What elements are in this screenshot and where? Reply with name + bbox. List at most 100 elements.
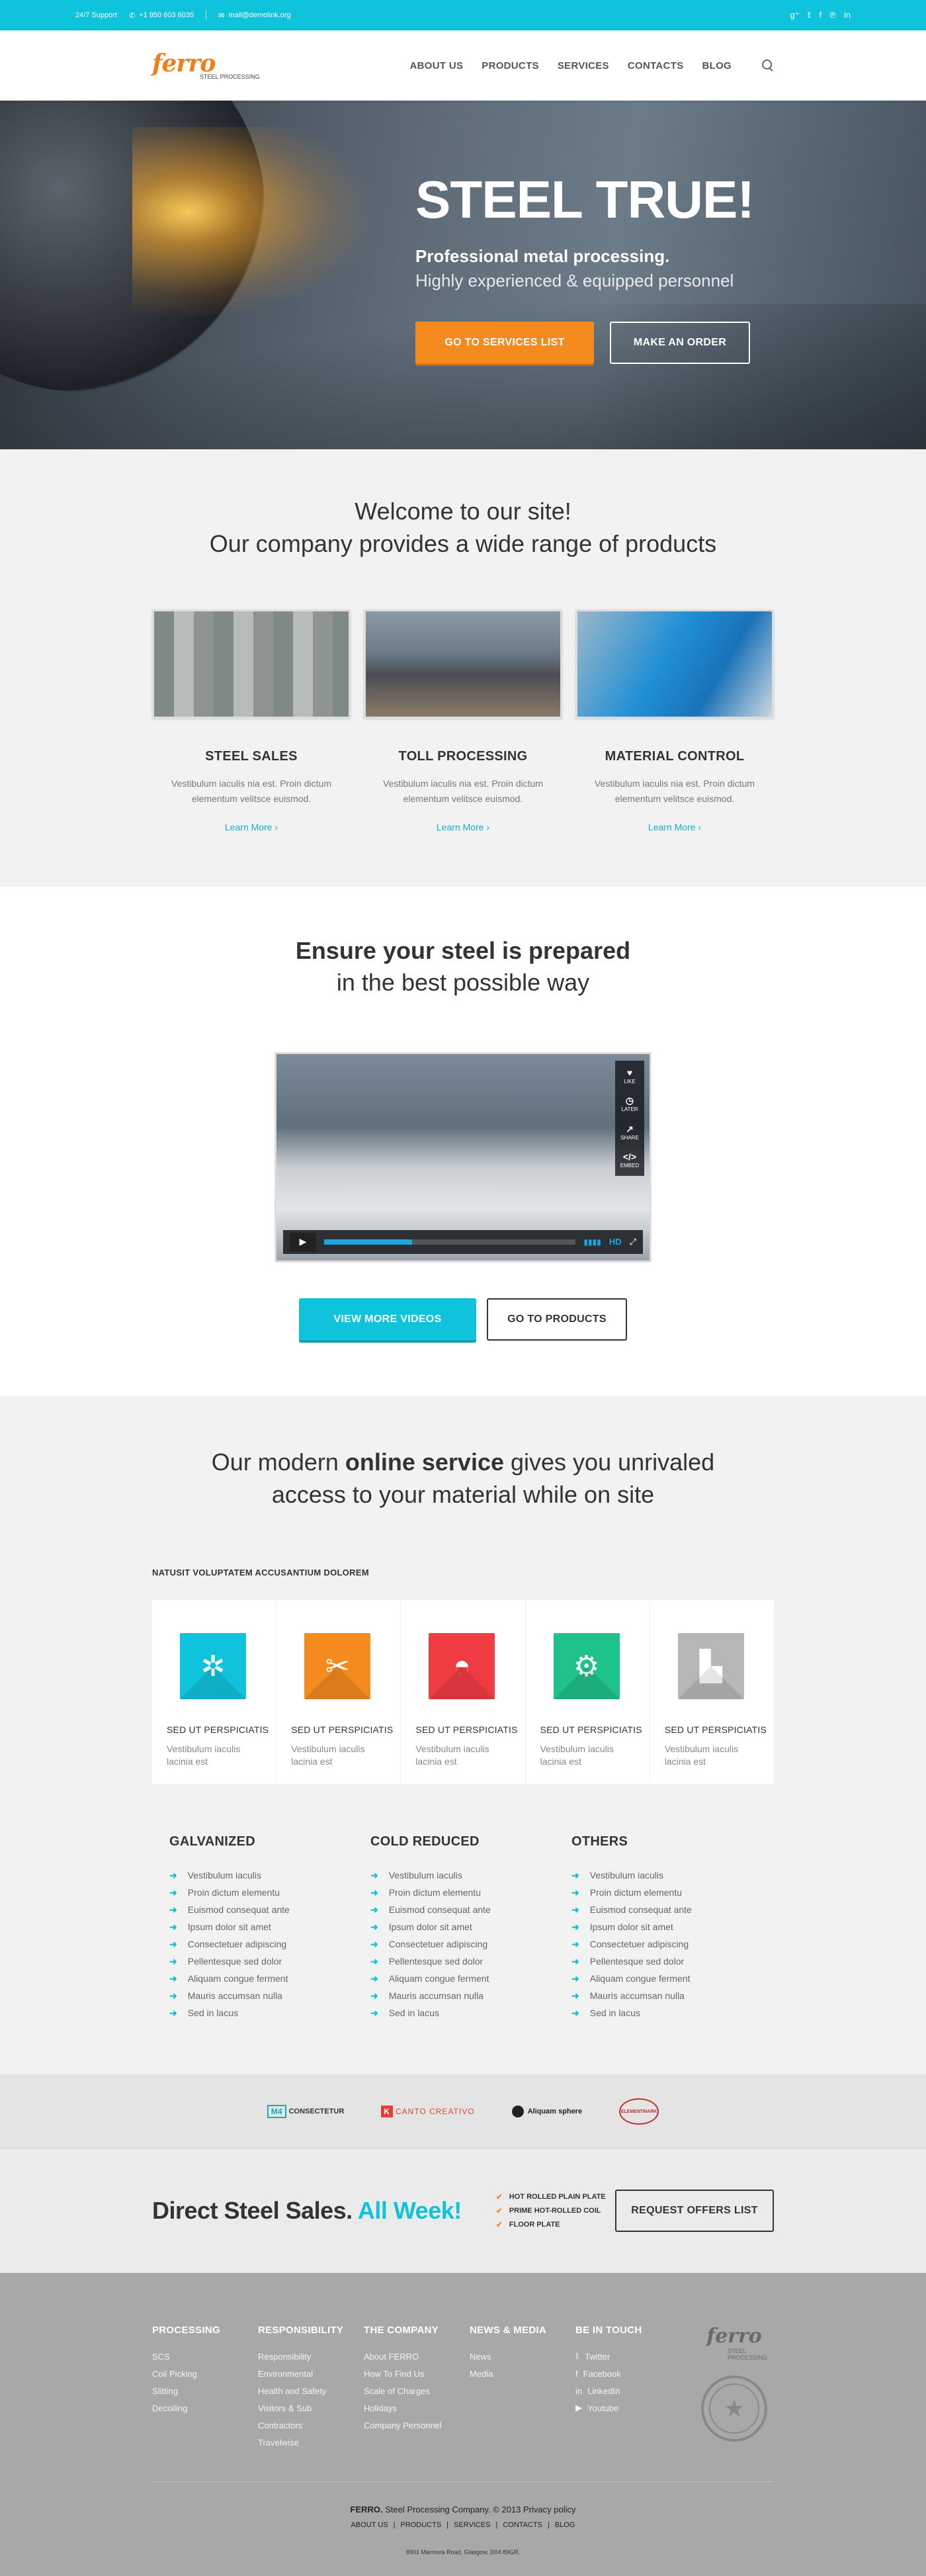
list-item[interactable]: ➜ Ipsum dolor sit amet	[169, 1918, 355, 1935]
list-item[interactable]: ➜ Proin dictum elementu	[370, 1884, 556, 1901]
footer-nav-contacts[interactable]: CONTACTS	[503, 2521, 542, 2529]
footer-link[interactable]: News	[470, 2348, 575, 2365]
footer-link[interactable]: SCS	[152, 2348, 258, 2365]
footer-link[interactable]: Company Personnel	[364, 2417, 470, 2434]
footer-link[interactable]: Scale of Charges	[364, 2382, 470, 2399]
steel-coils-image[interactable]	[152, 609, 351, 719]
pinterest-icon[interactable]: ℗	[829, 10, 836, 21]
play-icon[interactable]: ▶	[290, 1232, 316, 1251]
footer-link[interactable]: Visitors & Sub	[258, 2399, 364, 2417]
footer-link[interactable]: Health and Safety	[258, 2382, 364, 2399]
footer-link[interactable]: Media	[470, 2365, 575, 2382]
footer-logo-name[interactable]: ferro	[706, 2325, 762, 2348]
footer-nav-about[interactable]: ABOUT US	[351, 2521, 388, 2529]
watch-later-button[interactable]: ◷ LATER	[621, 1095, 638, 1112]
factory-floor-image[interactable]	[364, 609, 562, 719]
list-item[interactable]: ➜ Sed in lacus	[169, 2004, 355, 2021]
list-item[interactable]: ➜ Vestibulum iaculis	[571, 1867, 757, 1884]
service-item[interactable]: ◓ SED UT PERSPICIATIS Vestibulum iaculis…	[401, 1600, 526, 1785]
list-item[interactable]: ➜ Euismod consequat ante	[169, 1901, 355, 1918]
learn-more-link[interactable]: Learn More ›	[437, 822, 489, 832]
nav-products[interactable]: PRODUCTS	[482, 60, 539, 71]
list-item[interactable]: ➜ Vestibulum iaculis	[169, 1867, 355, 1884]
list-item[interactable]: ➜ Aliquam congue ferment	[370, 1970, 556, 1987]
logo[interactable]: ferro STEEL PROCESSING	[152, 52, 260, 80]
linkedin-icon[interactable]: in	[844, 10, 851, 21]
footer-link[interactable]: Environmental	[258, 2365, 364, 2382]
partner-logo-1[interactable]: M4 CONSECTETUR	[267, 2105, 344, 2119]
footer-link[interactable]: Slitting	[152, 2382, 258, 2399]
list-item[interactable]: ➜ Pellentesque sed dolor	[370, 1953, 556, 1970]
footer-link[interactable]: Responsibility	[258, 2348, 364, 2365]
video-progress-bar[interactable]	[324, 1239, 576, 1245]
partner-logo-3[interactable]: Aliquam sphere	[511, 2106, 582, 2118]
nav-services[interactable]: SERVICES	[558, 60, 609, 71]
footer-social-link[interactable]: ▶ Youtube	[575, 2399, 681, 2417]
list-item[interactable]: ➜ Mauris accumsan nulla	[370, 1987, 556, 2004]
footer-nav-products[interactable]: PRODUCTS	[400, 2521, 441, 2529]
footer-link[interactable]: About FERRO	[364, 2348, 470, 2365]
footer-social-link[interactable]: 𝕥 Twitter	[575, 2348, 681, 2365]
list-item[interactable]: ➜ Ipsum dolor sit amet	[571, 1918, 757, 1935]
list-item[interactable]: ➜ Consectetuer adipiscing	[169, 1935, 355, 1953]
list-item[interactable]: ➜ Aliquam congue ferment	[169, 1970, 355, 1987]
make-order-button[interactable]: MAKE AN ORDER	[610, 322, 750, 364]
list-item[interactable]: ➜ Mauris accumsan nulla	[169, 1987, 355, 2004]
facebook-icon[interactable]: f	[820, 10, 822, 21]
footer-link[interactable]: Coil Picking	[152, 2365, 258, 2382]
list-item[interactable]: ➜ Proin dictum elementu	[169, 1884, 355, 1901]
search-icon[interactable]	[762, 60, 774, 71]
learn-more-link[interactable]: Learn More ›	[648, 822, 701, 832]
go-to-products-button[interactable]: GO TO PRODUCTS	[487, 1298, 627, 1341]
like-button[interactable]: ♥ LIKE	[624, 1067, 635, 1085]
list-item[interactable]: ➜ Euismod consequat ante	[571, 1901, 757, 1918]
footer-nav-services[interactable]: SERVICES	[454, 2521, 490, 2529]
service-item[interactable]: ▙ SED UT PERSPICIATIS Vestibulum iaculis…	[650, 1600, 774, 1784]
list-item[interactable]: ➜ Ipsum dolor sit amet	[370, 1918, 556, 1935]
list-item[interactable]: ➜ Aliquam congue ferment	[571, 1970, 757, 1987]
partner-logo-4[interactable]: ELEMENTMARK	[619, 2098, 659, 2125]
nav-blog[interactable]: BLOG	[702, 60, 732, 71]
view-more-videos-button[interactable]: VIEW MORE VIDEOS	[299, 1298, 476, 1341]
list-item[interactable]: ➜ Mauris accumsan nulla	[571, 1987, 757, 2004]
twitter-icon[interactable]: 𝕥	[808, 10, 812, 21]
list-item[interactable]: ➜ Proin dictum elementu	[571, 1884, 757, 1901]
phone-link[interactable]: ✆ +1 950 603 6035	[129, 11, 194, 20]
google-plus-icon[interactable]: g⁺	[790, 10, 800, 21]
fullscreen-icon[interactable]: ⤢	[630, 1237, 636, 1247]
nav-about-us[interactable]: ABOUT US	[410, 60, 464, 71]
request-offers-button[interactable]: REQUEST OFFERS LIST	[615, 2190, 774, 2233]
partner-logo-2[interactable]: K CANTO CREATIVO	[381, 2106, 474, 2118]
footer-social-link[interactable]: f Facebook	[575, 2365, 681, 2382]
list-item[interactable]: ➜ Sed in lacus	[370, 2004, 556, 2021]
service-item[interactable]: ✲ SED UT PERSPICIATIS Vestibulum iaculis…	[152, 1600, 277, 1785]
embed-button[interactable]: </> EMBED	[620, 1151, 639, 1169]
list-items: ➜ Vestibulum iaculis ➜ Proin dictum elemen…	[571, 1867, 757, 2021]
nav-contacts[interactable]: CONTACTS	[628, 60, 684, 71]
service-item[interactable]: ✂ SED UT PERSPICIATIS Vestibulum iaculis…	[276, 1600, 401, 1785]
hd-badge[interactable]: HD	[609, 1237, 622, 1247]
list-item[interactable]: ➜ Vestibulum iaculis	[370, 1867, 556, 1884]
machinery-image[interactable]	[575, 609, 774, 719]
services-list-button[interactable]: GO TO SERVICES LIST	[415, 322, 594, 364]
service-item[interactable]: ⚙ SED UT PERSPICIATIS Vestibulum iaculis…	[526, 1600, 650, 1785]
footer-link[interactable]: Travelwise	[258, 2434, 364, 2451]
footer-link[interactable]: Decoiling	[152, 2399, 258, 2417]
learn-more-link[interactable]: Learn More ›	[225, 822, 278, 832]
footer-social-link[interactable]: in LinkedIn	[575, 2382, 681, 2399]
footer-link[interactable]: How To Find Us	[364, 2365, 470, 2382]
code-icon: </>	[622, 1151, 637, 1163]
list-item[interactable]: ➜ Pellentesque sed dolor	[169, 1953, 355, 1970]
list-item[interactable]: ➜ Sed in lacus	[571, 2004, 757, 2021]
email-link[interactable]: ✉ mail@demolink.org	[218, 11, 291, 20]
footer-link[interactable]: Contractors	[258, 2417, 364, 2434]
footer-nav-blog[interactable]: BLOG	[555, 2521, 575, 2529]
video-player[interactable]: ♥ LIKE ◷ LATER ↗ SHARE </> EMBED ▶ ▮▮▮▮ HD ⤢	[274, 1051, 652, 1263]
share-button[interactable]: ↗ SHARE	[620, 1124, 639, 1141]
volume-icon[interactable]: ▮▮▮▮	[583, 1237, 601, 1247]
list-item[interactable]: ➜ Consectetuer adipiscing	[571, 1935, 757, 1953]
footer-link[interactable]: Holidays	[364, 2399, 470, 2417]
list-item[interactable]: ➜ Euismod consequat ante	[370, 1901, 556, 1918]
list-item[interactable]: ➜ Consectetuer adipiscing	[370, 1935, 556, 1953]
list-item[interactable]: ➜ Pellentesque sed dolor	[571, 1953, 757, 1970]
